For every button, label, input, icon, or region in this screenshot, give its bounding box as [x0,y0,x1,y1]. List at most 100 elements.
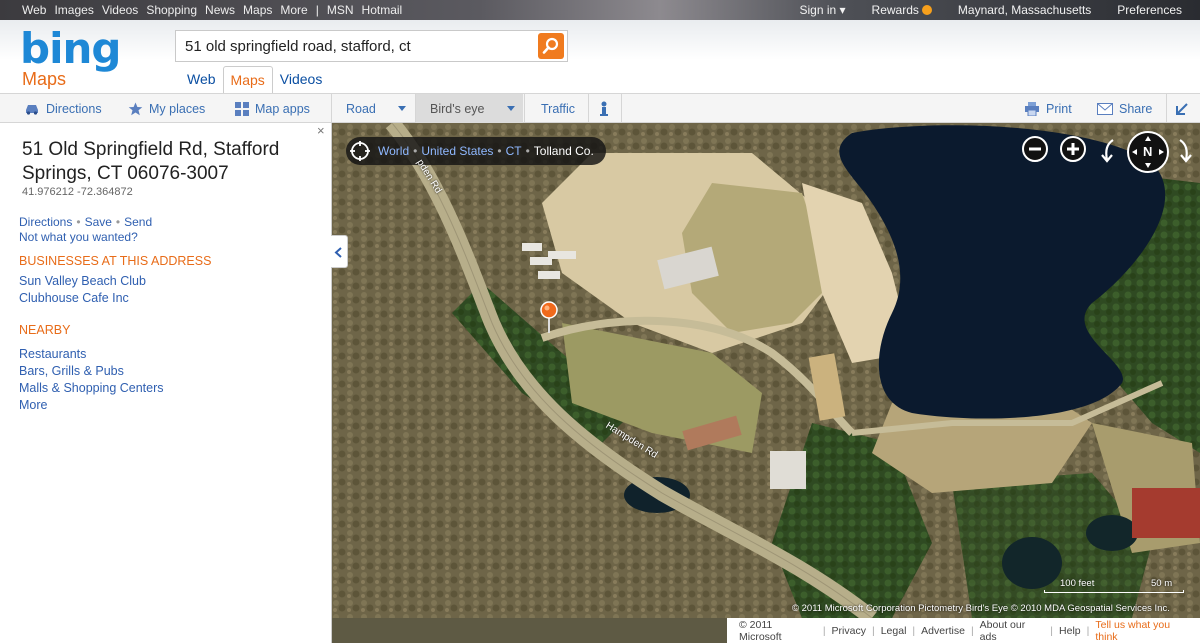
top-link-images[interactable]: Images [54,3,93,17]
top-link-news[interactable]: News [205,3,235,17]
footer-link-advertise[interactable]: Advertise [921,625,965,637]
birds-eye-dropdown[interactable] [499,94,523,123]
road-dropdown[interactable] [390,94,414,123]
road-view-button[interactable]: Road [346,94,376,123]
expand-map-button[interactable] [1175,94,1195,123]
address-actions: Directions • Save • Send [19,215,152,229]
nearby-heading: NEARBY [19,323,71,337]
send-link[interactable]: Send [124,215,152,229]
traffic-label: Traffic [541,101,576,116]
footer-link-privacy[interactable]: Privacy [832,625,866,637]
map-scale: 100 feet 50 m [1044,578,1184,593]
plus-icon [1067,143,1079,155]
street-person-button[interactable] [598,94,616,123]
birds-eye-button[interactable]: Bird's eye [416,94,499,123]
breadcrumb-ct[interactable]: CT [506,144,522,158]
footer-separator: | [871,624,875,637]
close-panel-button[interactable]: × [317,123,325,138]
rewards-link[interactable]: Rewards [872,3,932,17]
expand-arrow-icon [1176,102,1188,115]
directions-button[interactable]: Directions [24,94,102,123]
toolbar-divider [331,94,332,123]
top-link-more[interactable]: More [280,3,307,17]
map-attribution: © 2011 Microsoft Corporation Pictometry … [792,603,1170,614]
preferences-link[interactable]: Preferences [1117,3,1182,17]
footer-separator: | [1086,624,1090,637]
search-icon [542,37,559,54]
map-apps-button[interactable]: Map apps [235,94,310,123]
top-link-maps[interactable]: Maps [243,3,272,17]
coordinates: 41.976212 -72.364872 [22,186,133,198]
footer-separator: | [1050,624,1054,637]
rotate-left-icon[interactable] [1099,138,1119,164]
top-link-videos[interactable]: Videos [102,3,138,17]
print-button[interactable]: Print [1024,94,1072,123]
my-places-button[interactable]: My places [128,94,205,123]
top-nav-left: Web Images Videos Shopping News Maps Mor… [22,3,402,17]
breadcrumb-world[interactable]: World [378,144,409,158]
map-apps-label: Map apps [255,101,310,116]
directions-label: Directions [46,101,102,116]
my-places-label: My places [149,101,206,116]
road-label: Road [346,101,376,116]
compass-button[interactable]: N [1127,131,1169,173]
feedback-link[interactable]: Tell us what you think [1095,619,1194,643]
top-nav-separator: | [315,3,319,17]
location-link[interactable]: Maynard, Massachusetts [958,3,1091,17]
save-link[interactable]: Save [85,215,112,229]
aerial-map[interactable]: World • United States • CT • Tolland Co.… [332,123,1200,618]
crosshair-icon[interactable] [350,141,370,161]
footer-copyright: © 2011 Microsoft [739,618,782,643]
traffic-button[interactable]: Traffic [541,94,575,123]
chevron-down-icon [398,106,406,111]
top-link-shopping[interactable]: Shopping [146,3,197,17]
toolbar-divider [588,94,589,123]
scale-bar [1044,590,1184,593]
printer-icon [1025,101,1039,116]
footer-link-help[interactable]: Help [1059,625,1081,637]
search-button[interactable] [538,33,564,59]
business-link[interactable]: Clubhouse Cafe Inc [19,290,146,307]
nearby-link-bars[interactable]: Bars, Grills & Pubs [19,363,164,380]
header: bing Maps Web Maps Videos [0,20,1200,93]
businesses-heading: BUSINESSES AT THIS ADDRESS [19,254,212,268]
zoom-in-button[interactable] [1060,136,1086,162]
collapse-sidebar-button[interactable] [331,235,348,268]
top-nav-right: Sign in ▾ Rewards Maynard, Massachusetts… [799,3,1182,17]
tab-videos[interactable]: Videos [273,66,330,93]
share-button[interactable]: Share [1097,94,1152,123]
tab-web[interactable]: Web [180,66,223,93]
zoom-out-button[interactable] [1022,136,1048,162]
map-toolbar: Directions My places Map apps Road Bird'… [0,93,1200,123]
search-tabs: Web Maps Videos [180,66,329,93]
print-label: Print [1046,101,1072,116]
business-link[interactable]: Sun Valley Beach Club [19,273,146,290]
share-label: Share [1119,101,1153,116]
footer-separator: | [822,624,826,637]
nearby-link-malls[interactable]: Malls & Shopping Centers [19,380,164,397]
bing-logo[interactable]: bing [20,24,121,73]
rewards-label: Rewards [871,3,919,17]
directions-link[interactable]: Directions [19,215,72,229]
top-link-msn[interactable]: MSN [327,3,354,17]
breadcrumb-us[interactable]: United States [421,144,493,158]
dot-separator: • [525,144,530,158]
top-link-hotmail[interactable]: Hotmail [362,3,403,17]
nearby-link-more[interactable]: More [19,397,164,414]
compass-north-label: N [1143,144,1153,159]
search-input[interactable] [176,31,526,61]
nearby-link-restaurants[interactable]: Restaurants [19,346,164,363]
maps-section-title: Maps [22,69,67,89]
footer-link-about-ads[interactable]: About our ads [980,619,1045,643]
rotate-right-icon[interactable] [1174,138,1194,164]
location-pin-icon[interactable] [539,300,559,334]
search-box [175,30,568,62]
tab-maps[interactable]: Maps [222,66,273,93]
grid-icon [235,101,249,116]
birds-eye-label: Bird's eye [430,101,485,116]
not-what-you-wanted-link[interactable]: Not what you wanted? [19,230,138,244]
map-edge [332,618,727,643]
footer-link-legal[interactable]: Legal [881,625,907,637]
top-link-web[interactable]: Web [22,3,46,17]
sign-in-link[interactable]: Sign in ▾ [799,3,845,17]
